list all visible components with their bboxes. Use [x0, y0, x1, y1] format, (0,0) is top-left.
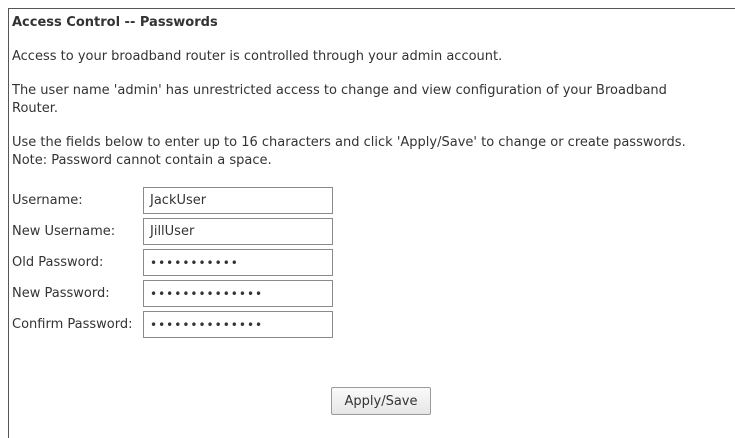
username-row: Username: JackUser: [12, 186, 333, 215]
instructions-block: Use the fields below to enter up to 16 c…: [12, 134, 727, 170]
new-username-row: New Username: JillUser: [12, 217, 333, 246]
instructions-text: Use the fields below to enter up to 16 c…: [12, 135, 686, 150]
confirm-password-row: Confirm Password: ••••••••••••••: [12, 310, 333, 339]
new-password-row: New Password: ••••••••••••••: [12, 279, 333, 308]
confirm-password-label: Confirm Password:: [12, 316, 133, 332]
new-password-field[interactable]: ••••••••••••••: [143, 280, 333, 307]
old-password-row: Old Password: •••••••••••: [12, 248, 333, 277]
new-username-field[interactable]: JillUser: [143, 218, 333, 245]
page-title: Access Control -- Passwords: [12, 15, 218, 30]
credentials-form: Username: JackUser New Username: JillUse…: [12, 184, 333, 341]
admin-note-text: The user name 'admin' has unrestricted a…: [12, 83, 667, 116]
new-password-label: New Password:: [12, 285, 110, 301]
old-password-field[interactable]: •••••••••••: [143, 249, 333, 276]
old-password-label: Old Password:: [12, 254, 104, 270]
username-label: Username:: [12, 192, 83, 208]
new-username-label: New Username:: [12, 223, 116, 239]
intro-text: Access to your broadband router is contr…: [12, 49, 503, 64]
password-space-note: Note: Password cannot contain a space.: [12, 153, 272, 168]
apply-save-button[interactable]: Apply/Save: [331, 387, 431, 415]
access-control-panel: Access Control -- Passwords Access to yo…: [12, 12, 727, 341]
username-field[interactable]: JackUser: [143, 187, 333, 214]
action-bar: Apply/Save: [331, 387, 431, 415]
confirm-password-field[interactable]: ••••••••••••••: [143, 311, 333, 338]
